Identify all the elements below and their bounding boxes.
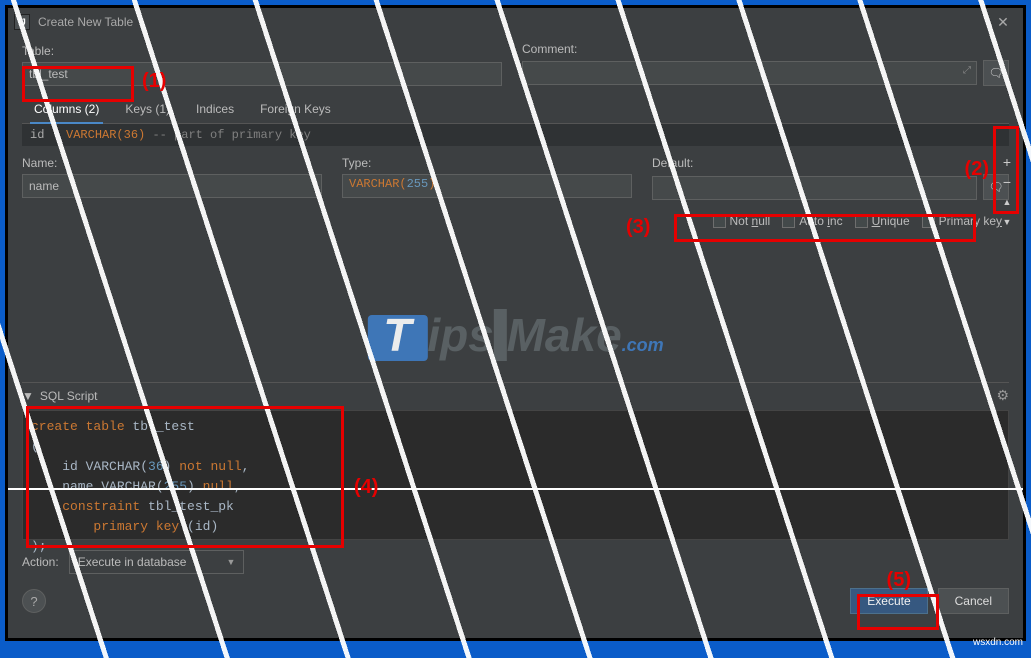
- add-icon[interactable]: +: [997, 152, 1017, 172]
- expand-icon[interactable]: ⤢: [963, 65, 971, 76]
- def-type: VARCHAR(36): [66, 128, 145, 142]
- move-up-icon[interactable]: ▲: [997, 192, 1017, 212]
- dialog-content: Table: Comment: ⤢ 🗨 Columns (2) Keys (1)…: [8, 36, 1023, 638]
- column-default-input[interactable]: [652, 176, 977, 200]
- comment-label: Comment:: [522, 42, 1009, 56]
- gear-icon[interactable]: ⚙: [996, 387, 1009, 404]
- tab-columns[interactable]: Columns (2): [30, 96, 103, 124]
- def-id: id: [30, 128, 44, 142]
- collapse-icon[interactable]: ▼: [22, 389, 34, 403]
- check-not-null[interactable]: Not null: [713, 214, 771, 228]
- tab-keys[interactable]: Keys (1): [121, 96, 174, 123]
- sql-script-label: SQL Script: [40, 389, 997, 403]
- side-toolbar: + − ▲ ▼: [997, 152, 1017, 232]
- column-name-input[interactable]: [22, 174, 322, 198]
- overlay-hline: [8, 488, 1023, 490]
- check-unique[interactable]: Unique: [855, 214, 910, 228]
- chevron-down-icon: ▼: [226, 557, 235, 567]
- column-definition-row[interactable]: id VARCHAR(36) -- part of primary key: [22, 124, 1009, 146]
- window-title: Create New Table: [38, 15, 989, 29]
- tabs: Columns (2) Keys (1) Indices Foreign Key…: [22, 96, 1009, 124]
- sql-script-header[interactable]: ▼ SQL Script ⚙: [22, 382, 1009, 404]
- check-primary-key[interactable]: Primary key: [922, 214, 1002, 228]
- tab-indices[interactable]: Indices: [192, 96, 238, 123]
- action-label: Action:: [22, 555, 59, 569]
- attribution: wsxdn.com: [973, 637, 1023, 648]
- cancel-button[interactable]: Cancel: [938, 588, 1009, 614]
- execute-button[interactable]: Execute: [850, 588, 927, 614]
- action-value: Execute in database: [78, 555, 187, 569]
- sql-editor[interactable]: create table tbl_test ( id VARCHAR(36) n…: [22, 410, 1009, 540]
- comment-button-icon[interactable]: 🗨: [983, 60, 1009, 86]
- tab-foreign-keys[interactable]: Foreign Keys: [256, 96, 335, 123]
- check-auto-inc[interactable]: Auto inc: [782, 214, 842, 228]
- table-label: Table:: [22, 44, 502, 58]
- comment-input[interactable]: [522, 61, 977, 85]
- default-label: Default:: [652, 156, 1009, 170]
- constraint-checks: Not null Auto inc Unique Primary key: [706, 210, 1010, 232]
- title-bar: IJ Create New Table ✕: [8, 8, 1023, 36]
- close-icon[interactable]: ✕: [989, 14, 1017, 31]
- column-type-input[interactable]: VARCHAR(255): [342, 174, 632, 198]
- dialog-window: IJ Create New Table ✕ Table: Comment: ⤢ …: [5, 5, 1026, 641]
- type-label: Type:: [342, 156, 632, 170]
- remove-icon[interactable]: −: [997, 172, 1017, 192]
- help-icon[interactable]: ?: [22, 589, 46, 613]
- move-down-icon[interactable]: ▼: [997, 212, 1017, 232]
- action-dropdown[interactable]: Execute in database ▼: [69, 550, 245, 574]
- def-comment: -- part of primary key: [152, 128, 310, 142]
- name-label: Name:: [22, 156, 322, 170]
- app-icon: IJ: [14, 14, 30, 30]
- table-name-input[interactable]: [22, 62, 502, 86]
